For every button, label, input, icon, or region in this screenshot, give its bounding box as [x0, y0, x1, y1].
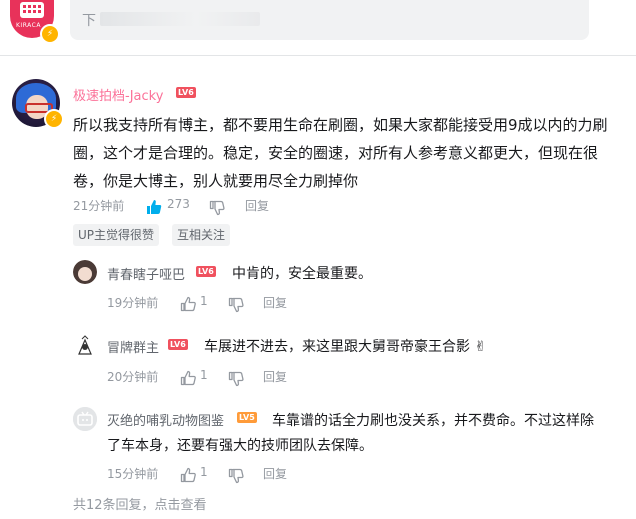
thumbs-down-icon — [228, 468, 244, 483]
main-comment-text: 所以我支持所有博主，都不要用生命在刷圈，如果大家都能接受用9成以内的力刷圈，这个… — [73, 116, 608, 190]
lightning-badge-icon: ⚡ — [44, 109, 64, 129]
thumbs-down-icon — [228, 371, 244, 386]
thumbs-up-icon — [180, 370, 196, 385]
reply-reply-button[interactable]: 回复 — [263, 294, 287, 311]
reply-avatar[interactable] — [73, 260, 97, 284]
reply-reply-button[interactable]: 回复 — [263, 465, 287, 482]
reply-like-count: 1 — [200, 294, 208, 308]
dislike-button[interactable] — [209, 197, 225, 216]
avatar-brand-text: KIRACA — [16, 22, 41, 29]
level-badge: LV6 — [168, 339, 188, 350]
reply-summary: 共12条回复，点击查看 — [73, 494, 207, 513]
like-button[interactable] — [180, 367, 196, 386]
reply-input[interactable]: 下 — [70, 0, 589, 40]
reply-time: 20分钟前 — [107, 370, 159, 384]
reply-text: 车靠谱的话全力刷也没关系，并不费命。不过这样除了车本身，还要有强大的技师团队去保… — [107, 413, 594, 454]
blurred-placeholder-text — [100, 12, 260, 26]
main-comment-username[interactable]: 极速拍档-Jacky — [73, 85, 163, 104]
level-badge: LV6 — [176, 87, 196, 98]
dislike-button[interactable] — [228, 294, 244, 313]
reply-text: 车展进不进去，来这里跟大舅哥帝豪王合影 ✌ — [204, 339, 487, 355]
divider — [0, 55, 636, 56]
reply-text: 中肯的，安全最重要。 — [232, 266, 372, 282]
reply-time: 19分钟前 — [107, 296, 159, 310]
thumbs-down-icon — [228, 297, 244, 312]
tag-mutual-follow[interactable]: 互相关注 — [172, 224, 231, 246]
reply-input-placeholder: 下 — [82, 13, 96, 29]
default-tv-avatar-icon — [73, 407, 97, 431]
main-comment-like-count: 273 — [167, 197, 190, 211]
thumbs-up-icon — [180, 467, 196, 482]
reply-like-count: 1 — [200, 368, 208, 382]
like-button[interactable] — [180, 293, 196, 312]
main-comment-reply-button[interactable]: 回复 — [245, 197, 269, 214]
avatar-image — [73, 260, 97, 284]
reply-username[interactable]: 青春瞎子哑巴 — [107, 264, 185, 283]
avatar-image — [78, 335, 92, 355]
view-replies-link[interactable]: 点击查看 — [155, 498, 207, 513]
like-button[interactable] — [180, 464, 196, 483]
lightning-badge-icon: ⚡ — [40, 24, 60, 44]
thumbs-up-icon — [147, 199, 162, 214]
dislike-button[interactable] — [228, 465, 244, 484]
reply-count-text: 共12条回复， — [73, 498, 155, 513]
tag-up-liked: UP主觉得很赞 — [73, 224, 160, 246]
thumbs-down-icon — [209, 200, 225, 215]
reply-username[interactable]: 冒牌群主 — [107, 337, 159, 356]
dislike-button[interactable] — [228, 368, 244, 387]
reply-avatar[interactable] — [73, 334, 97, 358]
level-badge: LV6 — [196, 266, 216, 277]
reply-like-count: 1 — [200, 465, 208, 479]
like-button[interactable] — [146, 196, 162, 215]
reply-avatar[interactable] — [73, 407, 97, 431]
reply-reply-button[interactable]: 回复 — [263, 368, 287, 385]
main-comment-time: 21分钟前 — [73, 199, 125, 213]
thumbs-up-icon — [180, 296, 196, 311]
reply-time: 15分钟前 — [107, 467, 159, 481]
keyboard-icon — [20, 2, 44, 18]
